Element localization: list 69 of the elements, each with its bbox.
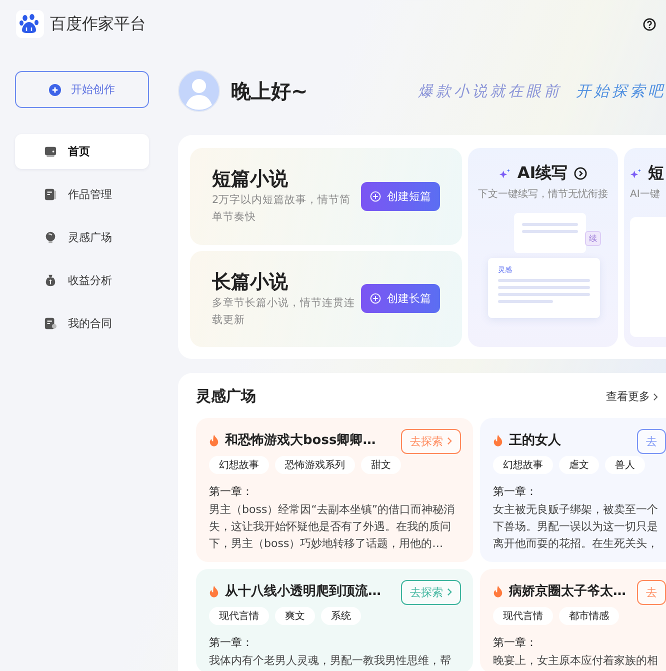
ai-tool-description: 下文一键续写，情节无忧衔接 bbox=[477, 188, 609, 202]
chevron-right-icon bbox=[447, 588, 452, 596]
story-excerpt: 晚宴上，女主原本应付着家族的相 bbox=[493, 653, 659, 669]
ai-tool-title: 短 bbox=[648, 163, 664, 184]
continue-tag: 续 bbox=[585, 231, 601, 246]
play-circle-icon bbox=[574, 167, 587, 180]
genre-tag: 现代言情 bbox=[493, 607, 553, 625]
genre-tag: 虐文 bbox=[559, 456, 599, 474]
section-title: 灵感广场 bbox=[196, 387, 256, 406]
sidebar-item[interactable]: 收益分析 bbox=[15, 263, 149, 298]
document-illustration bbox=[514, 213, 586, 253]
money-bag-icon bbox=[44, 274, 57, 287]
paw-logo-icon bbox=[16, 10, 44, 38]
flame-icon bbox=[493, 584, 503, 598]
novel-type-title: 短篇小说 bbox=[212, 167, 289, 192]
story-excerpt: 我体内有个老男人灵魂，男配一教我男性思维，帮 bbox=[209, 653, 452, 669]
slogan-text: 开始探索吧 bbox=[576, 82, 666, 100]
genre-tag: 系统 bbox=[321, 607, 361, 625]
monitor-icon bbox=[44, 145, 57, 158]
plus-circle-icon bbox=[370, 190, 381, 202]
help-icon[interactable] bbox=[643, 18, 656, 30]
document-icon bbox=[44, 317, 57, 330]
genre-tag: 爽文 bbox=[275, 607, 315, 625]
novel-type-description: 2万字以内短篇故事，情节简单节奏快 bbox=[212, 193, 352, 226]
book-icon bbox=[44, 188, 57, 201]
create-novel-button[interactable]: 创建短篇 bbox=[361, 182, 440, 211]
plus-circle-icon bbox=[370, 293, 381, 304]
ai-tool-description: AI一键 bbox=[630, 188, 660, 202]
sparkle-icon bbox=[630, 168, 642, 180]
sidebar-item[interactable]: 灵感广场 bbox=[15, 220, 149, 255]
flame-icon bbox=[493, 434, 503, 446]
greeting-text: 晚上好~ bbox=[231, 78, 308, 104]
sidebar-item[interactable]: 我的合同 bbox=[15, 306, 149, 341]
flame-icon bbox=[209, 434, 219, 446]
novel-type-title: 长篇小说 bbox=[212, 270, 289, 295]
chapter-label: 第一章： bbox=[209, 484, 254, 499]
view-more-link[interactable]: 查看更多 bbox=[606, 389, 658, 404]
plus-circle-icon bbox=[49, 84, 61, 96]
story-title: 王的女人 bbox=[509, 432, 562, 449]
story-title: 病娇京圈太子爷太… bbox=[509, 582, 627, 600]
story-excerpt: 男主（boss）经常因“去副本坐镇”的借口而神秘消失，这让我开始怀疑他是否有了外遇。在我的质问下，男主（boss）巧妙地转移了话题，用他的… bbox=[209, 502, 456, 552]
sidebar-item[interactable]: 首页 bbox=[15, 134, 149, 169]
platform-title: 百度作家平台 bbox=[50, 14, 146, 34]
sidebar-item[interactable]: 作品管理 bbox=[15, 177, 149, 212]
chapter-label: 第一章： bbox=[209, 635, 254, 650]
story-title: 从十八线小透明爬到顶流… bbox=[225, 582, 382, 600]
story-excerpt: 女主被无良贩子绑架，被卖至一个下兽场。男配一误以为这一切只是离开他而耍的花招。在生死关头， bbox=[493, 502, 659, 552]
genre-tag: 幻想故事 bbox=[493, 456, 553, 474]
flame-icon bbox=[209, 584, 219, 598]
genre-tag: 甜文 bbox=[361, 456, 401, 474]
genre-tag: 现代言情 bbox=[209, 607, 269, 625]
sparkle-icon bbox=[499, 168, 512, 180]
story-title: 和恐怖游戏大boss卿卿… bbox=[225, 432, 377, 449]
chapter-label: 第一章： bbox=[493, 635, 538, 650]
genre-tag: 都市情感 bbox=[559, 607, 619, 625]
start-writing-button[interactable]: 开始创作 bbox=[15, 71, 149, 108]
genre-tag: 兽人 bbox=[605, 456, 645, 474]
lightbulb-icon bbox=[44, 231, 57, 244]
chevron-right-icon bbox=[653, 392, 658, 400]
slogan-text: 爆款小说就在眼前 bbox=[418, 82, 562, 100]
chevron-right-icon bbox=[447, 437, 452, 445]
ai-tool-card[interactable]: 短 AI一键 bbox=[624, 148, 666, 347]
avatar-silhouette bbox=[178, 70, 220, 112]
genre-tag: 幻想故事 bbox=[209, 456, 269, 474]
create-novel-button[interactable]: 创建长篇 bbox=[361, 284, 440, 314]
novel-type-description: 多章节长篇小说，情节连贯连载更新 bbox=[212, 296, 355, 328]
genre-tag: 恐怖游戏系列 bbox=[275, 456, 355, 474]
chapter-label: 第一章： bbox=[493, 484, 538, 499]
ai-tool-title: AI续写 bbox=[517, 163, 568, 184]
